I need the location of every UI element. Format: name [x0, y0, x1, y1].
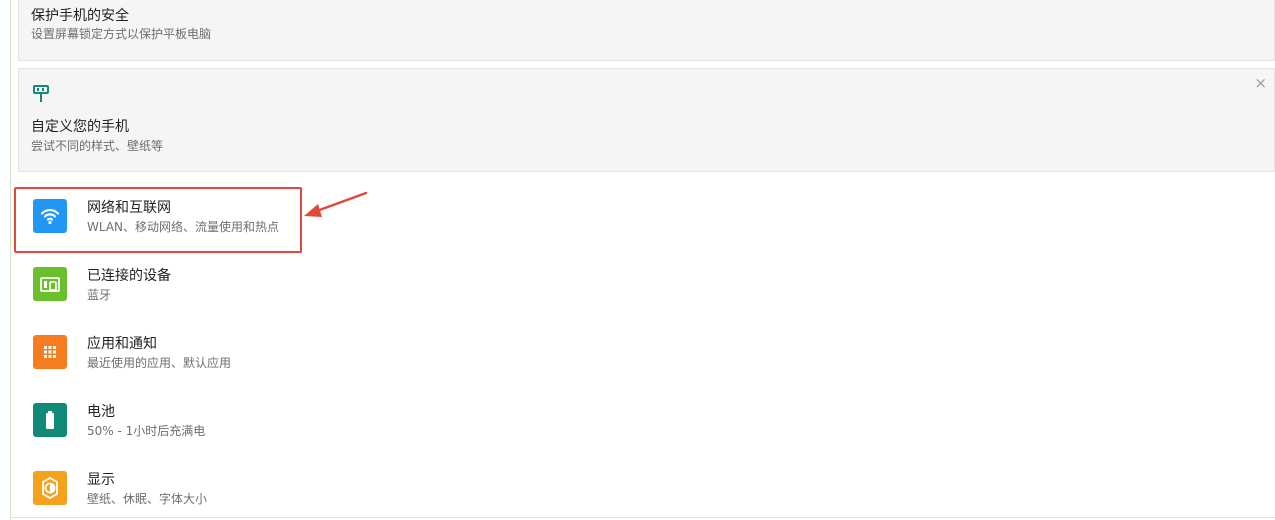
suggestion-card-security[interactable]: 保护手机的安全 设置屏幕锁定方式以保护平板电脑: [18, 0, 1275, 61]
connected-devices-icon: [33, 267, 67, 301]
battery-icon: [33, 403, 67, 437]
settings-item-connected-devices[interactable]: 已连接的设备 蓝牙: [14, 256, 714, 318]
settings-item-display[interactable]: 显示 壁纸、休眠、字体大小: [14, 460, 714, 520]
display-brightness-icon: [33, 471, 67, 505]
card-title: 保护手机的安全: [31, 8, 129, 24]
settings-item-subtitle: 蓝牙: [87, 288, 112, 302]
settings-item-title: 电池: [87, 404, 115, 420]
settings-item-subtitle: 50% - 1小时后充满电: [87, 424, 206, 438]
card-subtitle: 尝试不同的样式、壁纸等: [31, 139, 164, 153]
card-subtitle: 设置屏幕锁定方式以保护平板电脑: [31, 27, 212, 41]
apps-grid-icon: [33, 335, 67, 369]
settings-item-title: 已连接的设备: [87, 268, 171, 284]
card-title: 自定义您的手机: [31, 119, 129, 135]
close-icon[interactable]: ×: [1254, 75, 1267, 91]
settings-item-apps-notifications[interactable]: 应用和通知 最近使用的应用、默认应用: [14, 324, 714, 386]
settings-item-subtitle: 壁纸、休眠、字体大小: [87, 492, 208, 506]
settings-item-subtitle: 最近使用的应用、默认应用: [87, 356, 232, 370]
annotation-arrow: [304, 191, 368, 217]
settings-item-battery[interactable]: 电池 50% - 1小时后充满电: [14, 392, 714, 454]
highlight-box: [14, 187, 302, 253]
paint-roller-icon: [33, 85, 49, 103]
settings-item-title: 显示: [87, 472, 115, 488]
suggestion-card-customize[interactable]: × 自定义您的手机 尝试不同的样式、壁纸等: [18, 68, 1275, 172]
left-border-line: [10, 0, 11, 520]
settings-item-title: 应用和通知: [87, 336, 157, 352]
